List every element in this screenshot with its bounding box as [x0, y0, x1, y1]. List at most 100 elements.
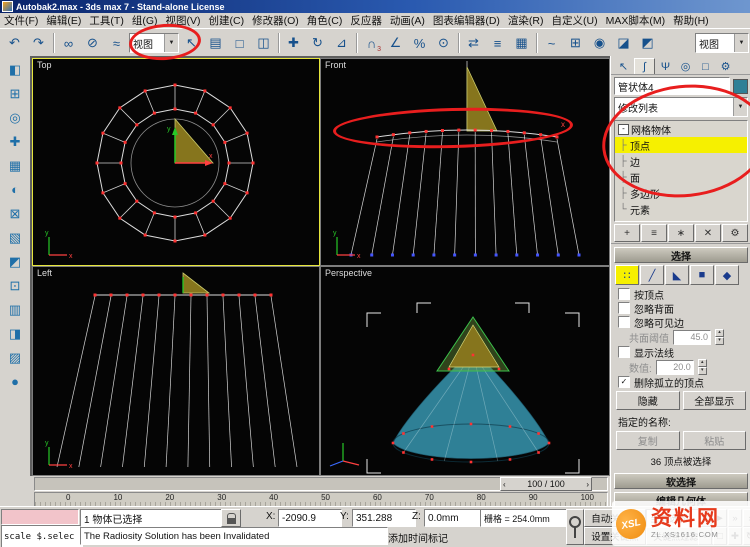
- paste-button[interactable]: 粘贴: [682, 431, 746, 450]
- menu-create[interactable]: 创建(C): [205, 13, 249, 28]
- undo-icon[interactable]: ↶: [3, 32, 26, 54]
- normal-scale-spinner[interactable]: ▴ ▾: [697, 359, 707, 375]
- macro-recorder-pane[interactable]: [1, 509, 79, 525]
- selection-region-icon[interactable]: □: [228, 32, 251, 54]
- stack-item-polygon[interactable]: ├ 多边形: [615, 185, 747, 201]
- unlink-icon[interactable]: ⊘: [81, 32, 104, 54]
- left-tool-icon[interactable]: ⊡: [3, 274, 28, 297]
- maxscript-listener[interactable]: scale $.selec: [1, 525, 83, 547]
- rollout-soft-selection-header[interactable]: 软选择: [614, 473, 748, 489]
- face-mode-icon[interactable]: ◣: [665, 265, 689, 285]
- viewport-top[interactable]: Top y x y x: [32, 58, 320, 266]
- by-vertex-checkbox[interactable]: [618, 288, 630, 300]
- angle-snap-icon[interactable]: ∠: [384, 32, 407, 54]
- select-by-name-icon[interactable]: ▤: [204, 32, 227, 54]
- left-tool-icon[interactable]: ▦: [3, 154, 28, 177]
- menu-animation[interactable]: 动画(A): [386, 13, 429, 28]
- hierarchy-tab-icon[interactable]: Ψ: [656, 59, 675, 74]
- left-tool-icon[interactable]: ✚: [3, 130, 28, 153]
- menu-customize[interactable]: 自定义(U): [548, 13, 602, 28]
- quick-render-icon[interactable]: ◩: [636, 32, 659, 54]
- menu-views[interactable]: 视图(V): [162, 13, 205, 28]
- schematic-view-icon[interactable]: ⊞: [564, 32, 587, 54]
- snap-toggle-icon[interactable]: ∩ 3: [360, 32, 383, 54]
- viewport-dropdown[interactable]: 视图 ▼: [695, 33, 749, 53]
- keyboard-shortcut-override-button[interactable]: [566, 509, 584, 545]
- viewport-left[interactable]: Left yx: [32, 266, 320, 476]
- stack-item-face[interactable]: ├ 面: [615, 169, 747, 185]
- show-normals-checkbox[interactable]: [618, 346, 630, 358]
- copy-button[interactable]: 复制: [616, 431, 680, 450]
- y-coordinate-field[interactable]: 351.288: [352, 509, 416, 527]
- menu-edit[interactable]: 编辑(E): [42, 13, 85, 28]
- object-name-field[interactable]: 管状体4: [614, 77, 730, 95]
- percent-snap-icon[interactable]: %: [408, 32, 431, 54]
- left-tool-icon[interactable]: ⊞: [3, 82, 28, 105]
- left-tool-icon[interactable]: ▧: [3, 226, 28, 249]
- tree-collapse-icon[interactable]: -: [618, 123, 629, 135]
- left-tool-icon[interactable]: ▥: [3, 298, 28, 321]
- material-editor-icon[interactable]: ◉: [588, 32, 611, 54]
- pin-stack-icon[interactable]: +: [614, 224, 640, 242]
- display-tab-icon[interactable]: □: [696, 59, 715, 74]
- ignore-backfacing-checkbox[interactable]: [618, 302, 630, 314]
- spinner-snap-icon[interactable]: ⊙: [432, 32, 455, 54]
- menu-tools[interactable]: 工具(T): [85, 13, 127, 28]
- stack-item-vertex[interactable]: ├ 顶点: [615, 137, 747, 153]
- mirror-icon[interactable]: ⇄: [462, 32, 485, 54]
- left-tool-icon[interactable]: ◧: [3, 58, 28, 81]
- stack-item-mesh[interactable]: - 网格物体: [615, 121, 747, 137]
- menu-help[interactable]: 帮助(H): [669, 13, 713, 28]
- scale-icon[interactable]: ⊿: [330, 32, 353, 54]
- menu-file[interactable]: 文件(F): [0, 13, 42, 28]
- hide-button[interactable]: 隐藏: [616, 391, 680, 410]
- time-slider-handle[interactable]: ‹ 100 / 100 ›: [500, 477, 592, 491]
- object-color-swatch[interactable]: [733, 78, 748, 94]
- menu-graph-editors[interactable]: 图表编辑器(D): [429, 13, 504, 28]
- left-tool-icon[interactable]: ●: [3, 370, 28, 393]
- planar-threshold-field[interactable]: 45.0: [673, 329, 711, 345]
- ignore-visible-edges-checkbox[interactable]: [618, 316, 630, 328]
- element-mode-icon[interactable]: ◆: [715, 265, 739, 285]
- select-link-icon[interactable]: ∞: [57, 32, 80, 54]
- menu-rendering[interactable]: 渲染(R): [504, 13, 548, 28]
- menu-maxscript[interactable]: MAX脚本(M): [602, 13, 670, 28]
- left-tool-icon[interactable]: ◩: [3, 250, 28, 273]
- left-tool-icon[interactable]: ◎: [3, 106, 28, 129]
- motion-tab-icon[interactable]: ◎: [676, 59, 695, 74]
- select-object-icon[interactable]: ↖: [180, 32, 203, 54]
- show-end-result-icon[interactable]: ≡: [641, 224, 667, 242]
- layer-manager-icon[interactable]: ▦: [510, 32, 533, 54]
- menu-character[interactable]: 角色(C): [303, 13, 347, 28]
- viewport-perspective[interactable]: Perspective: [320, 266, 610, 476]
- edge-mode-icon[interactable]: ╱: [640, 265, 664, 285]
- window-crossing-icon[interactable]: ◫: [252, 32, 275, 54]
- frame-back-icon[interactable]: ‹: [503, 480, 506, 489]
- left-tool-icon[interactable]: ◐: [3, 178, 28, 201]
- normal-scale-field[interactable]: 20.0: [655, 359, 694, 375]
- make-unique-icon[interactable]: ∗: [668, 224, 694, 242]
- menu-modifiers[interactable]: 修改器(O): [248, 13, 303, 28]
- left-tool-icon[interactable]: ⊠: [3, 202, 28, 225]
- stack-item-edge[interactable]: ├ 边: [615, 153, 747, 169]
- selection-lock-button[interactable]: [221, 509, 241, 527]
- add-time-tag[interactable]: 添加时间标记: [388, 530, 448, 545]
- left-tool-icon[interactable]: ◨: [3, 322, 28, 345]
- modify-tab-icon[interactable]: ∫: [634, 58, 655, 74]
- z-coordinate-field[interactable]: 0.0mm: [424, 509, 484, 527]
- viewport-front[interactable]: Front x y x: [320, 58, 610, 266]
- align-icon[interactable]: ≡: [486, 32, 509, 54]
- polygon-mode-icon[interactable]: ■: [690, 265, 714, 285]
- redo-icon[interactable]: ↷: [27, 32, 50, 54]
- frame-forward-icon[interactable]: ›: [586, 480, 589, 489]
- render-scene-icon[interactable]: ◪: [612, 32, 635, 54]
- menu-group[interactable]: 组(G): [128, 13, 162, 28]
- create-tab-icon[interactable]: ↖: [614, 59, 633, 74]
- move-icon[interactable]: ✚: [282, 32, 305, 54]
- x-coordinate-field[interactable]: -2090.9: [278, 509, 342, 527]
- vertex-mode-icon[interactable]: ∷: [615, 265, 639, 285]
- stack-item-element[interactable]: └ 元素: [615, 201, 747, 217]
- rotate-icon[interactable]: ↻: [306, 32, 329, 54]
- bind-spacewarp-icon[interactable]: ≈: [105, 32, 128, 54]
- curve-editor-icon[interactable]: ~: [540, 32, 563, 54]
